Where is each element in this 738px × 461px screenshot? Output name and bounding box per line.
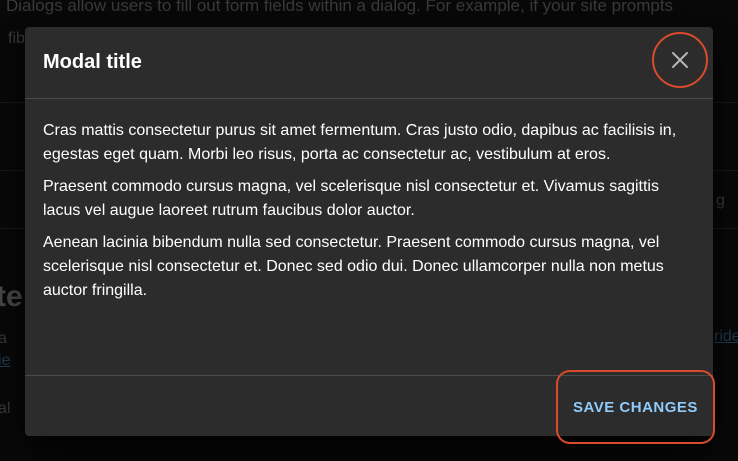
dialog-content: Cras mattis consectetur purus sit amet f…: [43, 119, 695, 311]
dialog-title: Modal title: [43, 51, 142, 73]
dialog-paragraph: Cras mattis consectetur purus sit amet f…: [43, 122, 677, 163]
dialog-header: Modal title: [25, 27, 713, 99]
dialog-paragraph: Aenean lacinia bibendum nulla sed consec…: [43, 234, 664, 299]
modal-dialog: Modal title Cras mattis consectetur puru…: [25, 27, 715, 444]
close-icon: [672, 52, 688, 68]
save-changes-button[interactable]: SAVE CHANGES: [556, 370, 715, 444]
close-button[interactable]: [652, 32, 708, 88]
dialog-paragraph: Praesent commodo cursus magna, vel scele…: [43, 178, 659, 219]
